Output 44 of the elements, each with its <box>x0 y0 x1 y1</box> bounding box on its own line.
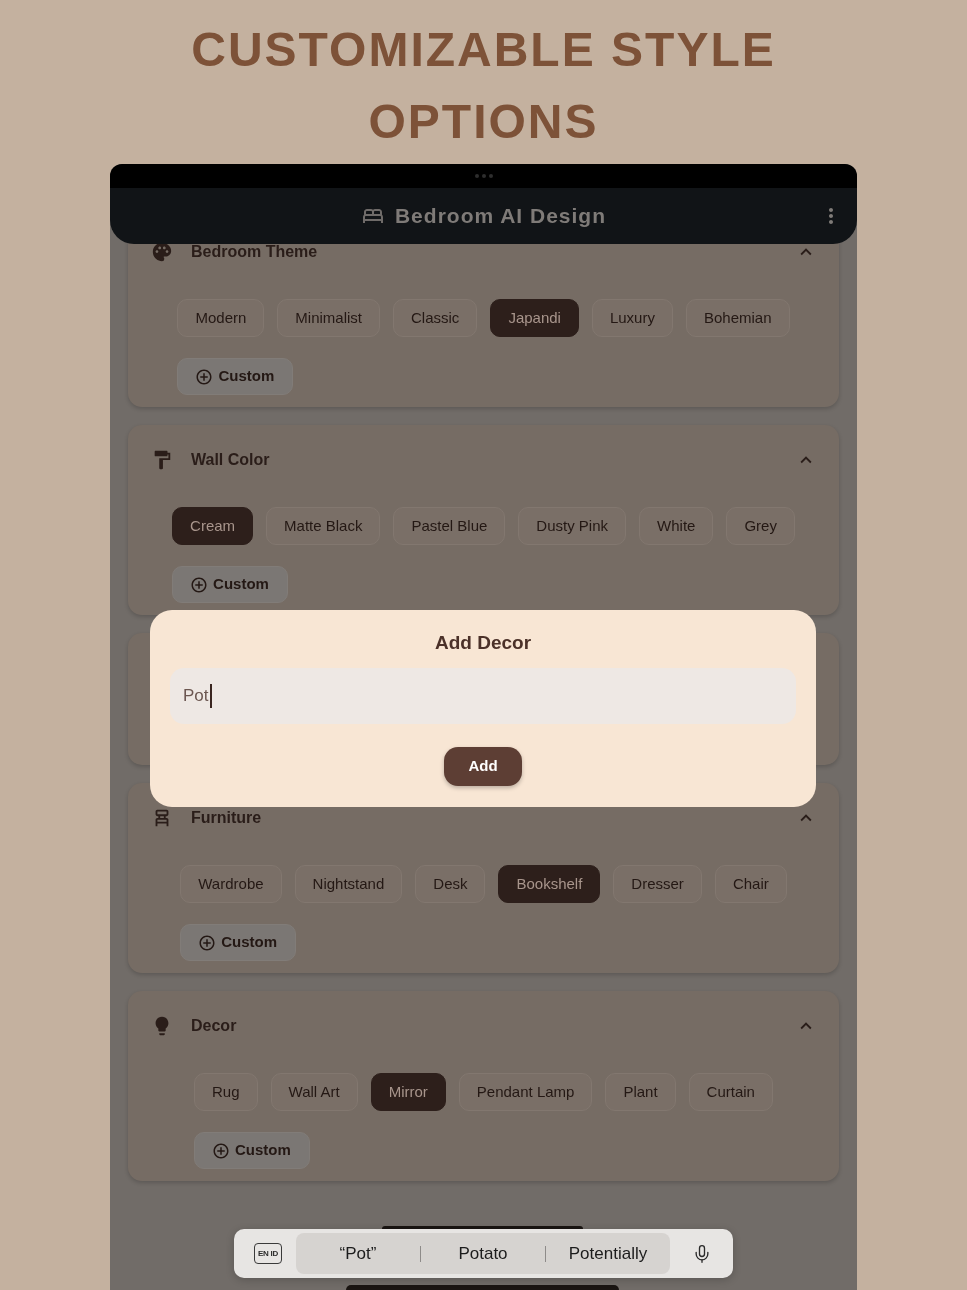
option-chip[interactable]: Wardrobe <box>180 865 282 903</box>
option-chip[interactable]: Chair <box>714 865 787 903</box>
suggestion-item[interactable]: Potentially <box>546 1240 670 1267</box>
section-title: Wall Color <box>191 452 270 468</box>
drag-handle-icon <box>474 174 493 178</box>
suggestion-item[interactable]: “Pot” <box>296 1240 420 1267</box>
option-chip[interactable]: Wall Art <box>270 1073 358 1111</box>
palette-icon <box>151 241 173 263</box>
suggestion-item[interactable]: Potato <box>421 1240 545 1267</box>
text-cursor-icon <box>209 684 212 708</box>
option-chip[interactable]: Bohemian <box>685 299 790 337</box>
option-chip[interactable]: Grey <box>726 507 795 545</box>
add-button[interactable]: Add <box>444 747 522 786</box>
section-title: Bedroom Theme <box>191 244 318 260</box>
option-chip[interactable]: Luxury <box>591 299 673 337</box>
option-chip[interactable]: Cream <box>172 507 254 545</box>
custom-chip[interactable]: Custom <box>180 924 297 961</box>
section-title: Decor <box>191 1018 237 1034</box>
custom-chip[interactable]: Custom <box>177 358 294 395</box>
custom-chip[interactable]: Custom <box>172 566 288 603</box>
option-chip[interactable]: Modern <box>177 299 265 337</box>
option-chip[interactable]: Pendant Lamp <box>458 1073 593 1111</box>
option-chip[interactable]: Rug <box>194 1073 258 1111</box>
option-chip[interactable]: Japandi <box>490 299 579 337</box>
option-chip[interactable]: Dresser <box>613 865 702 903</box>
option-chip[interactable]: Pastel Blue <box>393 507 506 545</box>
language-key[interactable]: EN ID <box>254 1243 282 1264</box>
option-chip[interactable]: Curtain <box>688 1073 773 1111</box>
custom-chip[interactable]: Custom <box>194 1132 310 1169</box>
app-title: Bedroom AI Design <box>394 203 607 230</box>
section-title: Furniture <box>191 810 262 826</box>
option-chip[interactable]: Nightstand <box>294 865 403 903</box>
option-chip[interactable]: Mirror <box>370 1073 446 1111</box>
option-chip[interactable]: Matte Black <box>266 507 381 545</box>
page-title: CUSTOMIZABLE STYLE OPTIONS <box>190 22 777 150</box>
option-chip[interactable]: Plant <box>605 1073 676 1111</box>
option-chip[interactable]: Desk <box>415 865 486 903</box>
option-chip[interactable]: White <box>639 507 714 545</box>
text-input-field[interactable]: Pot <box>170 668 796 724</box>
dialog-title: Add Decor <box>434 631 532 655</box>
option-chip[interactable]: Minimalist <box>277 299 381 337</box>
option-chip[interactable]: Dusty Pink <box>518 507 627 545</box>
option-chip[interactable]: Bookshelf <box>498 865 601 903</box>
option-chip[interactable]: Classic <box>393 299 478 337</box>
